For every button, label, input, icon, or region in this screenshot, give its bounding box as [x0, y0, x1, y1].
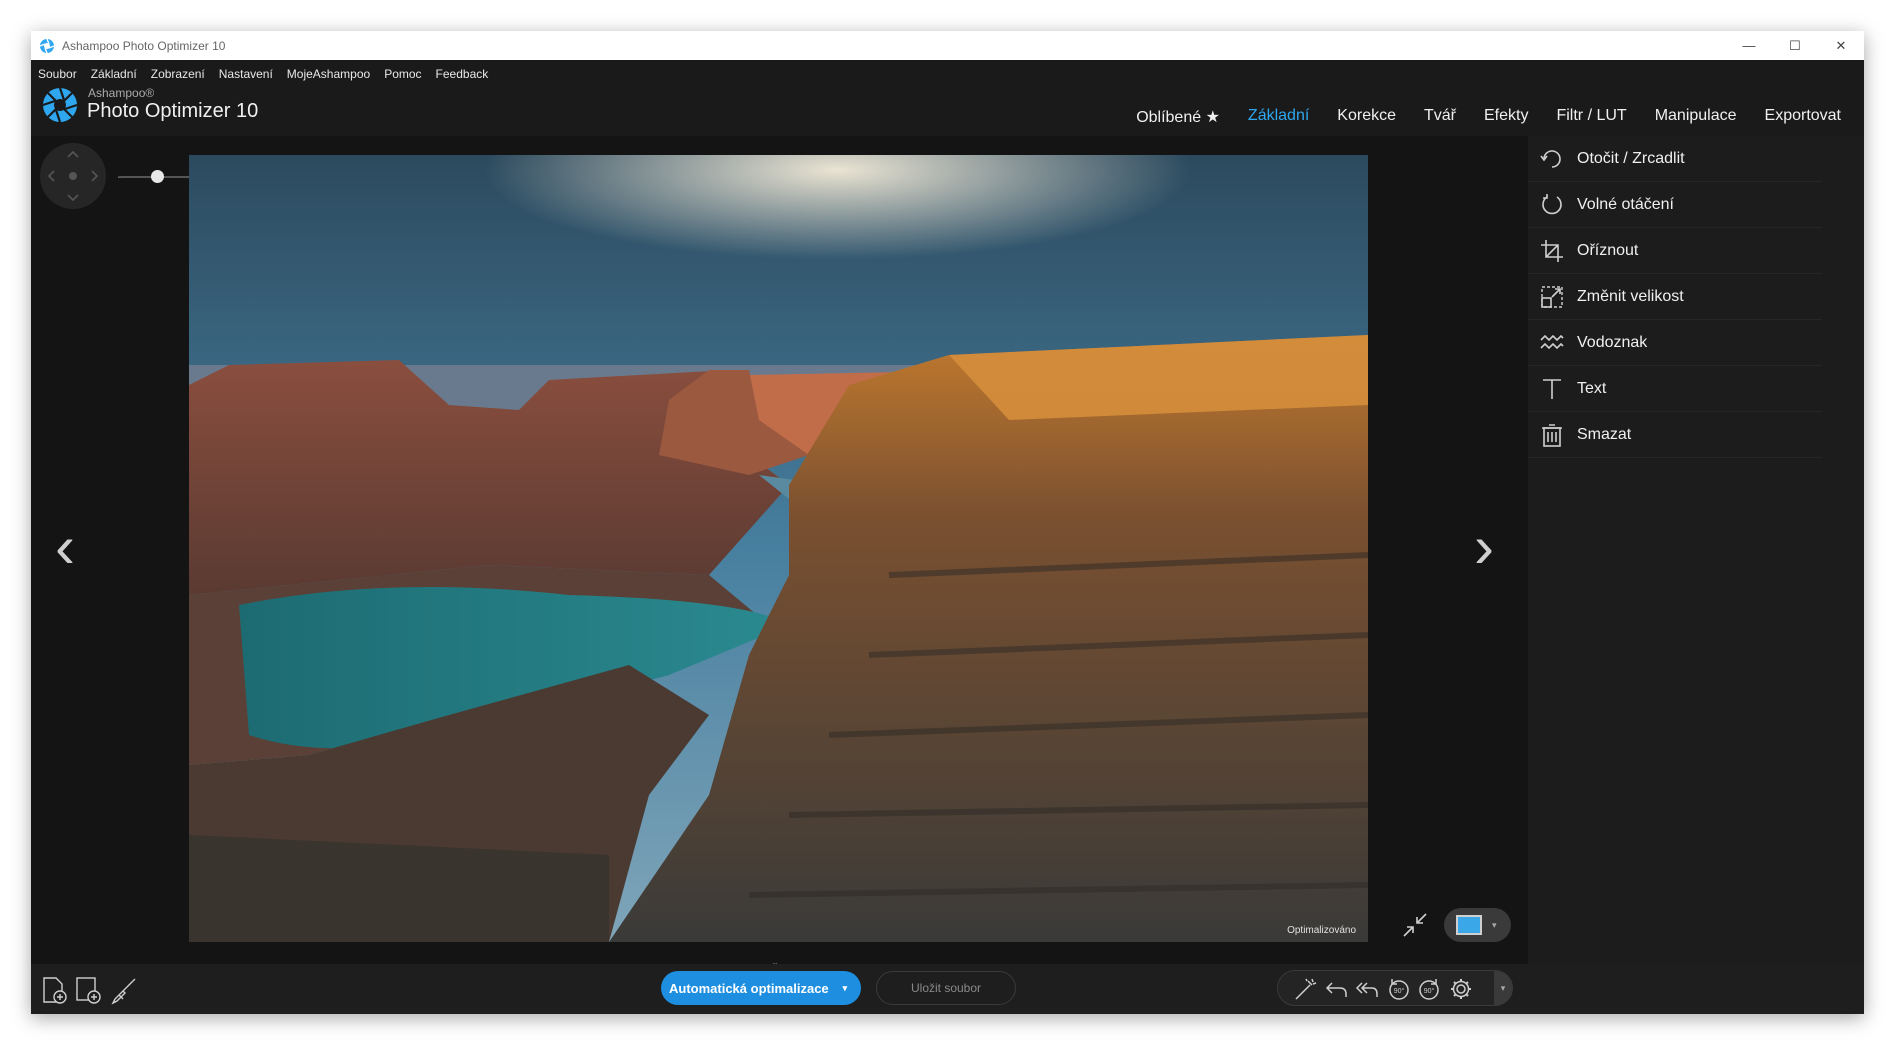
menu-bar: Soubor Základní Zobrazení Nastavení Moje…	[31, 60, 1864, 88]
undo-icon[interactable]	[1324, 977, 1350, 1001]
preview-area: – +	[31, 136, 1528, 964]
tool-label: Otočit / Zrcadlit	[1577, 149, 1685, 167]
menu-zakladni[interactable]: Základní	[91, 67, 137, 81]
tool-label: Smazat	[1577, 425, 1632, 443]
tab-manipulace[interactable]: Manipulace	[1655, 107, 1737, 127]
tab-efekty[interactable]: Efekty	[1484, 107, 1528, 127]
auto-optimize-button[interactable]: Automatická optimalizace ▾	[661, 971, 861, 1005]
canyon-photo	[189, 155, 1368, 942]
tool-label: Volné otáčení	[1577, 195, 1674, 213]
next-image-button[interactable]: ›	[1474, 517, 1494, 577]
compare-collapse-icon[interactable]	[1400, 910, 1430, 940]
pan-arrows-icon	[47, 150, 99, 202]
tool-watermark[interactable]: Vodoznak	[1528, 320, 1822, 366]
tool-rotate-mirror[interactable]: Otočit / Zrcadlit	[1528, 136, 1822, 182]
actions-dropdown-icon[interactable]: ▾	[1494, 971, 1512, 1005]
menu-nastaveni[interactable]: Nastavení	[219, 67, 273, 81]
brand-logo-icon	[42, 87, 78, 123]
svg-text:90°: 90°	[1394, 987, 1405, 995]
optimized-status-label: Optimalizováno	[1287, 925, 1356, 936]
minimize-button[interactable]: —	[1726, 31, 1772, 60]
brand-company: Ashampoo®	[88, 86, 155, 100]
tab-zakladni[interactable]: Základní	[1248, 107, 1309, 127]
window-title: Ashampoo Photo Optimizer 10	[62, 38, 226, 53]
menu-mojeashampoo[interactable]: MojeAshampoo	[287, 67, 370, 81]
tool-label: Změnit velikost	[1577, 287, 1684, 305]
menu-zobrazeni[interactable]: Zobrazení	[151, 67, 205, 81]
tool-label: Vodoznak	[1577, 333, 1648, 351]
tab-tvar[interactable]: Tvář	[1424, 107, 1456, 127]
view-mode-dropdown-icon[interactable]: ▾	[1492, 920, 1497, 931]
brand-product: Photo Optimizer 10	[87, 100, 259, 122]
crop-icon	[1538, 237, 1566, 265]
app-window: Ashampoo Photo Optimizer 10 — ☐ ✕ Soubor…	[31, 31, 1864, 1014]
tool-delete[interactable]: Smazat	[1528, 412, 1822, 458]
tool-resize[interactable]: Změnit velikost	[1528, 274, 1822, 320]
bottom-toolbar: Automatická optimalizace ▾ Uložit soubor…	[31, 964, 1864, 1014]
tab-filtr-lut[interactable]: Filtr / LUT	[1556, 107, 1626, 127]
clear-brush-icon[interactable]	[109, 975, 139, 1005]
add-folder-icon[interactable]	[73, 975, 103, 1005]
auto-optimize-label: Automatická optimalizace	[669, 980, 829, 996]
menu-feedback[interactable]: Feedback	[436, 67, 489, 81]
tab-korekce[interactable]: Korekce	[1337, 107, 1396, 127]
undo-all-icon[interactable]	[1354, 977, 1380, 1001]
tool-label: Oříznout	[1577, 241, 1639, 259]
close-button[interactable]: ✕	[1818, 31, 1864, 60]
view-mode-toggle[interactable]: ▾	[1444, 908, 1511, 942]
app-logo-icon	[39, 38, 55, 53]
previous-image-button[interactable]: ‹	[55, 517, 75, 577]
watermark-icon	[1538, 329, 1566, 357]
tab-exportovat[interactable]: Exportovat	[1765, 107, 1841, 127]
auto-optimize-dropdown-icon[interactable]: ▾	[843, 983, 848, 994]
maximize-button[interactable]: ☐	[1772, 31, 1818, 60]
settings-gear-icon[interactable]	[1448, 977, 1474, 1001]
tool-label: Text	[1577, 379, 1607, 397]
single-view-icon	[1456, 915, 1482, 935]
tool-panel: Otočit / Zrcadlit Volné otáčení Oříznout…	[1528, 136, 1864, 964]
tool-free-rotate[interactable]: Volné otáčení	[1528, 182, 1822, 228]
resize-icon	[1538, 283, 1566, 311]
svg-text:90°: 90°	[1424, 987, 1435, 995]
tool-text[interactable]: Text	[1528, 366, 1822, 412]
edit-actions-toolbar: 90° 90° ▾	[1277, 970, 1513, 1006]
new-file-icon[interactable]	[39, 975, 69, 1005]
save-file-label: Uložit soubor	[910, 981, 982, 995]
save-file-button[interactable]: Uložit soubor	[876, 971, 1016, 1005]
delete-icon	[1538, 421, 1566, 449]
magic-wand-icon[interactable]	[1292, 977, 1318, 1001]
menu-soubor[interactable]: Soubor	[38, 67, 77, 81]
zoom-slider-handle[interactable]	[151, 170, 164, 183]
free-rotate-icon	[1538, 191, 1566, 219]
tab-oblibene[interactable]: Oblíbené ★	[1136, 107, 1220, 127]
rotate-right-90-icon[interactable]: 90°	[1416, 977, 1442, 1001]
rotate-mirror-icon	[1538, 145, 1566, 173]
main-tabs: Oblíbené ★ Základní Korekce Tvář Efekty …	[1108, 107, 1841, 127]
menu-pomoc[interactable]: Pomoc	[384, 67, 421, 81]
tool-crop[interactable]: Oříznout	[1528, 228, 1822, 274]
text-icon	[1538, 375, 1566, 403]
pan-navigator[interactable]	[40, 143, 106, 209]
photo-preview: Optimalizováno	[189, 155, 1368, 942]
rotate-left-90-icon[interactable]: 90°	[1386, 977, 1412, 1001]
title-bar: Ashampoo Photo Optimizer 10 — ☐ ✕	[31, 31, 1864, 60]
